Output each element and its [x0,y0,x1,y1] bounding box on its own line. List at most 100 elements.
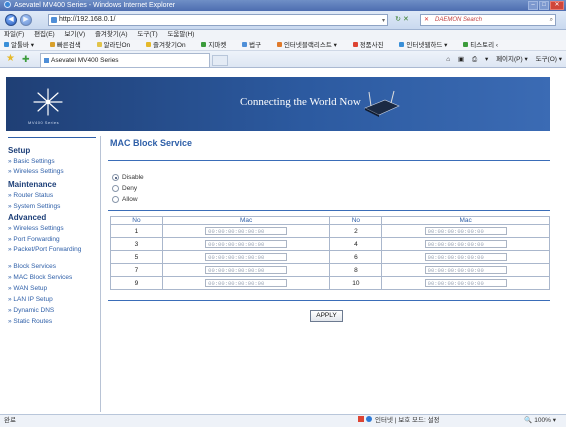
radio-allow[interactable]: Allow [112,196,138,203]
tools-menu[interactable]: 도구(O) ▾ [536,56,562,63]
mac-input[interactable]: 00:00:00:00:00:00 [424,279,507,287]
print-icon[interactable]: ⎙ [472,56,477,63]
radio-allow-button[interactable] [112,196,119,203]
link-item[interactable]: 즐겨찾기On [146,42,193,49]
menu-favorites[interactable]: 즐겨찾기(A) [95,31,128,38]
new-tab-button[interactable] [212,55,228,66]
page-menu[interactable]: 페이지(P) ▾ [496,56,528,63]
mac-cell: 00:00:00:00:00:00 [161,237,331,251]
nav-link-router-status[interactable]: » Router Status [8,192,96,199]
menu-edit[interactable]: 편집(E) [34,31,55,38]
maximize-button[interactable]: □ [539,1,549,10]
nav-link-static-routes[interactable]: » Static Routes [8,318,96,325]
nav-link-wan-setup[interactable]: » WAN Setup [8,285,96,292]
browser-tab[interactable]: Asevatel MV400 Series [40,53,210,67]
mac-input[interactable]: 00:00:00:00:00:00 [205,266,288,274]
title-divider [108,160,550,161]
mac-input[interactable]: 00:00:00:00:00:00 [205,279,288,287]
close-button[interactable]: ✕ [550,1,564,10]
security-zone[interactable]: 인터넷 | 보호 모드: 설정 [358,415,440,427]
forward-button[interactable]: ▶ [20,14,32,26]
feeds-icon[interactable]: ▣ [458,56,464,63]
link-item[interactable]: 인터넷블랙리스트 ▾ [276,42,344,49]
tab-title: Asevatel MV400 Series [51,57,119,64]
table-row: 5 00:00:00:00:00:00 6 00:00:00:00:00:00 [110,250,550,264]
nav-link-packet-port-forwarding[interactable]: » Packet/Port Forwarding [8,246,96,253]
mac-cell: 00:00:00:00:00:00 [381,224,550,238]
search-icon[interactable]: ⌕ [550,15,553,25]
dropdown-icon[interactable]: ▾ [382,16,385,26]
link-item[interactable]: 티스토리 ‹ [463,42,505,49]
nav-link-system-settings[interactable]: » System Settings [8,203,96,210]
mac-cell: 00:00:00:00:00:00 [161,276,331,290]
column-header-no: No [329,216,383,225]
search-input[interactable]: ✕ DAEMON Search ⌕ [420,14,556,26]
link-item[interactable]: 빠른검색 [49,42,88,49]
address-bar[interactable]: http://192.168.0.1/ ▾ [48,14,388,26]
shield-icon [358,416,364,422]
mac-input[interactable]: 00:00:00:00:00:00 [205,240,288,248]
link-item[interactable]: 알툴바 ▾ [4,42,41,49]
refresh-button[interactable]: ↻ ✕ [390,14,414,26]
nav-link-wireless-settings[interactable]: » Wireless Settings [8,168,96,175]
mac-cell: 00:00:00:00:00:00 [161,224,331,238]
mac-input[interactable]: 00:00:00:00:00:00 [424,240,507,248]
address-row: ◀ ▶ http://192.168.0.1/ ▾ ↻ ✕ ✕ DAEMON S… [0,11,566,30]
page-viewport: MV400 Series Connecting the World Now Se… [0,69,566,414]
nav-link-port-forwarding[interactable]: » Port Forwarding [8,236,96,243]
radio-deny[interactable]: Deny [112,185,137,192]
favorites-star-icon[interactable]: ★ [6,54,15,64]
nav-link-lan-ip-setup[interactable]: » LAN IP Setup [8,296,96,303]
table-row: 3 00:00:00:00:00:00 4 00:00:00:00:00:00 [110,237,550,251]
menu-view[interactable]: 보기(V) [65,31,86,38]
apply-button[interactable]: APPLY [310,310,343,322]
row-number: 4 [329,237,383,251]
row-number: 7 [110,263,163,277]
radio-disable-button[interactable] [112,174,119,181]
mac-input[interactable]: 00:00:00:00:00:00 [424,227,507,235]
row-number: 1 [110,224,163,238]
mac-cell: 00:00:00:00:00:00 [381,276,550,290]
row-number: 10 [329,276,383,290]
link-item[interactable]: 법구 [242,42,268,49]
mac-cell: 00:00:00:00:00:00 [381,250,550,264]
options-divider [108,210,550,211]
search-provider-icon: ✕ [424,17,430,23]
link-item[interactable]: 정품사진 [352,42,391,49]
mac-input[interactable]: 00:00:00:00:00:00 [424,253,507,261]
starburst-logo-icon [33,88,63,116]
column-header-mac: Mac [161,216,331,225]
address-url: http://192.168.0.1/ [59,16,116,23]
minimize-button[interactable]: – [528,1,538,10]
nav-link-mac-block-services[interactable]: » MAC Block Services [8,274,96,281]
mac-cell: 00:00:00:00:00:00 [381,237,550,251]
menu-tools[interactable]: 도구(T) [137,31,157,38]
radio-allow-label: Allow [122,196,138,203]
mac-input[interactable]: 00:00:00:00:00:00 [424,266,507,274]
nav-link-block-services[interactable]: » Block Services [8,263,96,270]
nav-link-dynamic-dns[interactable]: » Dynamic DNS [8,307,96,314]
nav-section-setup: Setup [8,146,31,155]
page-title: MAC Block Service [110,138,193,148]
link-item[interactable]: 지마켓 [201,42,233,49]
add-favorite-icon[interactable]: ✚ [22,54,30,64]
home-icon[interactable]: ⌂ [446,56,450,63]
mac-input[interactable]: 00:00:00:00:00:00 [205,227,288,235]
mac-input[interactable]: 00:00:00:00:00:00 [205,253,288,261]
tools-dropdown[interactable]: ▾ [485,56,488,63]
row-number: 2 [329,224,383,238]
header-banner: MV400 Series Connecting the World Now [6,77,550,131]
link-item[interactable]: 알라딘On [96,42,138,49]
menu-help[interactable]: 도움말(H) [167,31,194,38]
tab-favicon [44,58,49,63]
menu-file[interactable]: 파일(F) [4,31,24,38]
nav-link-adv-wireless-settings[interactable]: » Wireless Settings [8,225,96,232]
zoom-level[interactable]: 🔍 100% ▾ [524,415,556,427]
radio-disable[interactable]: Disable [112,174,144,181]
back-button[interactable]: ◀ [5,14,17,26]
search-placeholder: DAEMON Search [435,17,483,23]
ie-icon [4,1,11,8]
link-item[interactable]: 인터넷웹하드 ▾ [399,42,454,49]
nav-link-basic-settings[interactable]: » Basic Settings [8,158,96,165]
radio-deny-button[interactable] [112,185,119,192]
